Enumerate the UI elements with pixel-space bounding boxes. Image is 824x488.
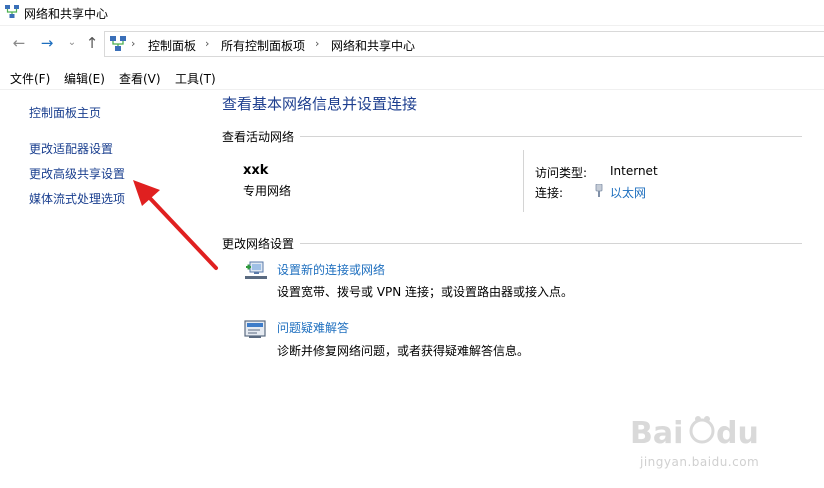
navigation-bar: ← → ⌄ ↑ › 控制面板 › 所有控制面板项 › 网络和共享中心 <box>0 27 824 61</box>
change-adapter-settings-link[interactable]: 更改适配器设置 <box>29 140 113 157</box>
menu-bar: 文件(F) 编辑(E) 查看(V) 工具(T) <box>0 64 824 90</box>
network-info-divider <box>523 150 524 212</box>
breadcrumb-network-center[interactable]: 网络和共享中心 <box>331 37 415 54</box>
recent-locations-chevron-icon[interactable]: ⌄ <box>62 33 82 53</box>
control-panel-icon <box>110 36 126 55</box>
back-arrow-icon[interactable]: ← <box>9 33 29 53</box>
menu-view[interactable]: 查看(V) <box>119 70 161 87</box>
svg-text:du: du <box>716 416 759 451</box>
new-connection-icon <box>243 258 269 287</box>
troubleshoot-icon <box>243 318 269 345</box>
network-center-icon <box>5 5 19 22</box>
svg-text:Bai: Bai <box>630 416 683 451</box>
left-navigation-pane: 控制面板主页 更改适配器设置 更改高级共享设置 媒体流式处理选项 <box>0 91 210 488</box>
breadcrumb-separator-icon[interactable]: › <box>131 37 135 50</box>
network-profile-link[interactable]: 专用网络 <box>243 182 291 199</box>
control-panel-home-link[interactable]: 控制面板主页 <box>29 104 101 121</box>
window-title: 网络和共享中心 <box>24 7 109 21</box>
troubleshoot-problems-link[interactable]: 问题疑难解答 <box>277 319 349 336</box>
menu-edit[interactable]: 编辑(E) <box>64 70 105 87</box>
setup-new-connection-description: 设置宽带、拨号或 VPN 连接；或设置路由器或接入点。 <box>277 285 574 299</box>
menu-file[interactable]: 文件(F) <box>10 70 50 87</box>
watermark-url: jingyan.baidu.com <box>640 455 760 469</box>
ethernet-icon <box>594 183 604 201</box>
setup-new-connection-link[interactable]: 设置新的连接或网络 <box>277 261 385 278</box>
access-type-value: Internet <box>610 164 658 178</box>
breadcrumb-all-items[interactable]: 所有控制面板项 <box>221 37 305 54</box>
page-title: 查看基本网络信息并设置连接 <box>222 95 418 113</box>
section-divider <box>222 243 802 244</box>
ethernet-connection-link[interactable]: 以太网 <box>610 184 646 201</box>
section-divider <box>222 136 802 137</box>
change-network-settings-title: 更改网络设置 <box>222 235 301 252</box>
address-bar[interactable]: › 控制面板 › 所有控制面板项 › 网络和共享中心 <box>104 31 824 57</box>
up-arrow-icon[interactable]: ↑ <box>82 33 102 53</box>
breadcrumb-control-panel[interactable]: 控制面板 <box>148 37 196 54</box>
change-advanced-sharing-link[interactable]: 更改高级共享设置 <box>29 165 125 182</box>
active-networks-title: 查看活动网络 <box>222 128 301 145</box>
network-name: xxk <box>243 163 269 178</box>
forward-arrow-icon[interactable]: → <box>37 33 57 53</box>
breadcrumb-separator-icon[interactable]: › <box>205 37 209 50</box>
title-bar: 网络和共享中心 <box>0 0 824 26</box>
connection-label: 连接: <box>535 186 564 200</box>
menu-tools[interactable]: 工具(T) <box>175 70 216 87</box>
troubleshoot-problems-description: 诊断并修复网络问题，或者获得疑难解答信息。 <box>277 344 530 358</box>
media-streaming-options-link[interactable]: 媒体流式处理选项 <box>29 190 125 207</box>
breadcrumb-separator-icon[interactable]: › <box>315 37 319 50</box>
access-type-label: 访问类型: <box>535 166 588 180</box>
